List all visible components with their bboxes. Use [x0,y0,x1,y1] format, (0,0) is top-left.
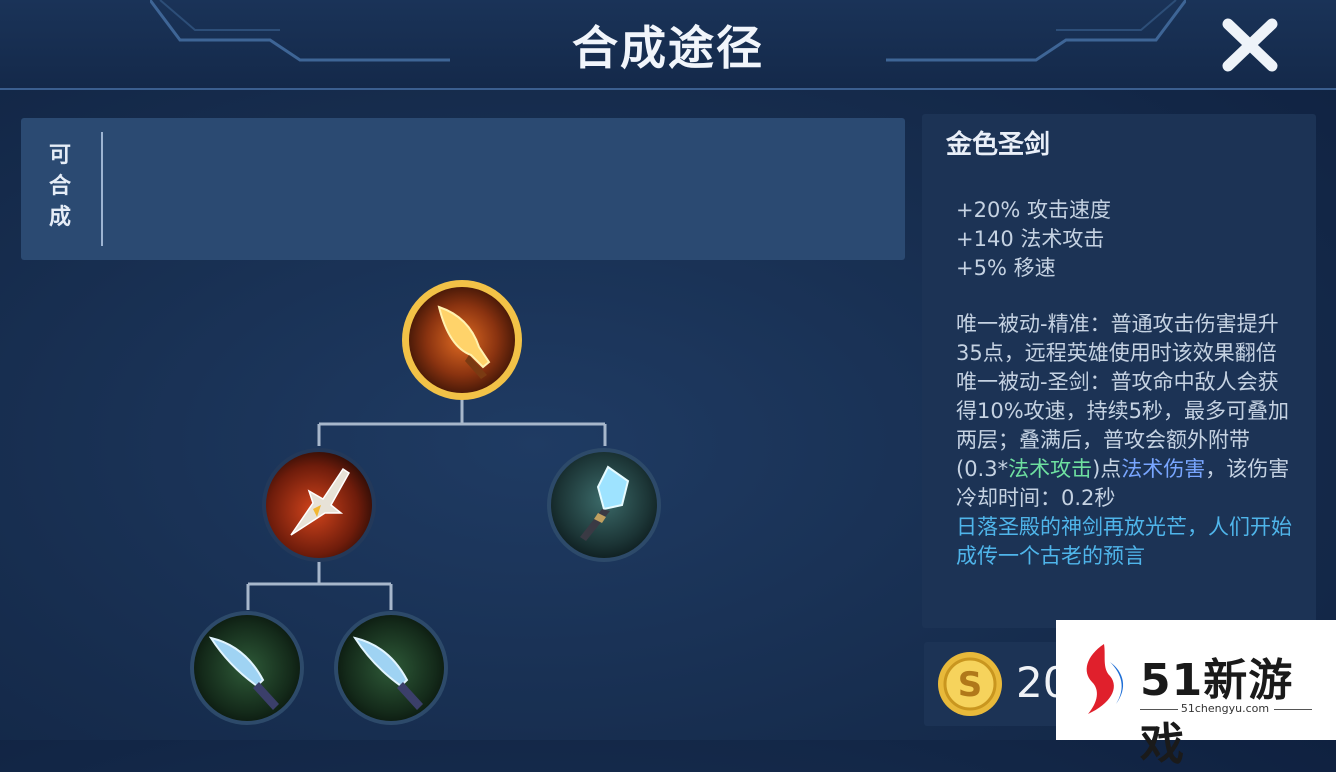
keyword-magic-attack: 法术攻击 [1008,457,1093,481]
child-item-crystal-staff[interactable] [546,447,662,563]
stat-line: +20% 攻击速度 [956,198,1111,222]
spear-icon [262,448,376,562]
gold-coin-icon: S [938,652,1002,716]
golden-sword-icon [402,280,522,400]
svg-text:S: S [958,665,983,705]
passive-text-mid: )点 [1092,457,1122,481]
item-description: 唯一被动-精准：普通攻击伤害提升35点，远程英雄使用时该效果翻倍 唯一被动-圣剑… [956,310,1296,571]
price-panel: S 20 [924,642,1074,726]
passive-precision: 唯一被动-精准：普通攻击伤害提升35点，远程英雄使用时该效果翻倍 [956,312,1279,365]
grandchild-item-dagger-2[interactable] [333,610,449,726]
close-button[interactable] [1220,18,1280,72]
51-logo-icon [1086,644,1124,714]
item-name: 金色圣剑 [946,130,1051,160]
stat-line: +140 法术攻击 [956,227,1105,251]
child-item-spear[interactable] [261,447,377,563]
dagger-icon [190,611,304,725]
crystal-staff-icon [547,448,661,562]
watermark-rule-right [1274,709,1312,710]
close-icon [1222,18,1278,72]
root-item-golden-sword[interactable] [399,277,525,403]
item-detail-panel[interactable]: 金色圣剑 +20% 攻击速度 +140 法术攻击 +5% 移速 唯一被动-精准：… [922,114,1316,628]
passive-holy-sword: 唯一被动-圣剑：普攻命中敌人会获得10%攻速，持续5秒，最多可叠加两层；叠满后，… [956,368,1296,513]
item-stats: +20% 攻击速度 +140 法术攻击 +5% 移速 [956,196,1111,283]
grandchild-item-dagger-1[interactable] [189,610,305,726]
stat-line: +5% 移速 [956,256,1056,280]
flavor-text: 日落圣殿的神剑再放光芒，人们开始成传一个古老的预言 [956,515,1292,568]
watermark: 51新游戏 51chengyu.com [1056,620,1336,770]
keyword-magic-damage: 法术伤害 [1121,457,1206,481]
dagger-icon [334,611,448,725]
